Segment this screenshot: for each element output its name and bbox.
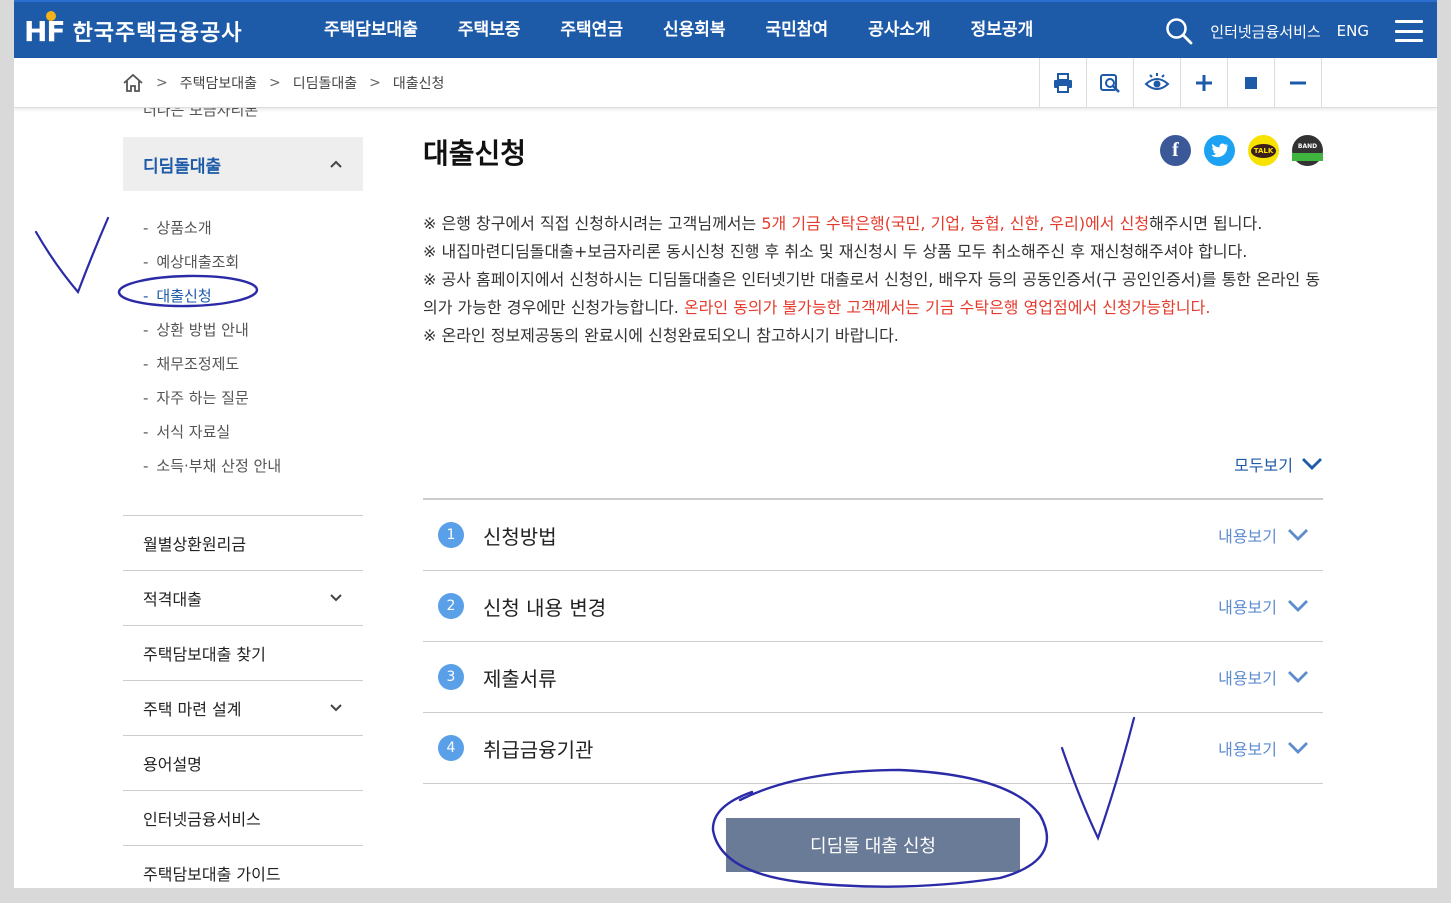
menu-item-disclosure[interactable]: 정보공개 bbox=[951, 2, 1054, 60]
logo-mark: HF bbox=[24, 10, 66, 48]
sidebar-item-home-plan[interactable]: 주택 마련 설계 bbox=[123, 680, 363, 735]
internet-service-link[interactable]: 인터넷금융서비스 bbox=[1210, 21, 1320, 42]
accordion-item[interactable]: 2 신청 내용 변경 내용보기 bbox=[423, 571, 1323, 642]
chevron-up-icon bbox=[330, 160, 342, 168]
menu-item-mortgage[interactable]: 주택담보대출 bbox=[304, 2, 438, 60]
notice-paragraph: ※ 내집마련디딤돌대출+보금자리론 동시신청 진행 후 취소 및 재신청시 두 … bbox=[423, 242, 1248, 261]
main-menu: 주택담보대출 주택보증 주택연금 신용회복 국민참여 공사소개 정보공개 bbox=[304, 2, 1053, 60]
sidebar-item-faded[interactable]: 더나은 보금자리론 bbox=[123, 108, 363, 136]
accordion-title: 취급금융기관 bbox=[483, 737, 594, 762]
chevron-down-icon bbox=[1288, 600, 1308, 612]
submenu-item-repayment[interactable]: - 상환 방법 안내 bbox=[143, 313, 363, 347]
zoom-out-icon[interactable] bbox=[1275, 58, 1322, 108]
chevron-down-icon bbox=[1302, 458, 1322, 470]
breadcrumb-item[interactable]: 주택담보대출 bbox=[180, 73, 257, 93]
logo-name: 한국주택금융공사 bbox=[72, 21, 243, 46]
submenu-item-faq[interactable]: - 자주 하는 질문 bbox=[143, 381, 363, 415]
accordion-item[interactable]: 4 취급금융기관 내용보기 bbox=[423, 713, 1323, 784]
notice-paragraph: ※ 공사 홈페이지에서 신청하시는 디딤돌대출은 인터넷기반 대출로서 신청인,… bbox=[423, 270, 1321, 317]
sidebar-submenu: - 상품소개 - 예상대출조회 - 대출신청 - 상환 방법 안내 - 채무조정제도 -자… bbox=[123, 191, 363, 501]
facebook-icon[interactable]: f bbox=[1160, 135, 1191, 166]
page-tools bbox=[1039, 58, 1322, 108]
sidebar-item-find-loan[interactable]: 주택담보대출 찾기 bbox=[123, 625, 363, 680]
accordion-toggle[interactable]: 내용보기 bbox=[1218, 594, 1309, 618]
sidebar-section-didimdol[interactable]: 디딤돌대출 bbox=[123, 137, 363, 191]
sidebar-item-glossary[interactable]: 용어설명 bbox=[123, 735, 363, 790]
breadcrumb-current: 대출신청 bbox=[392, 76, 445, 92]
top-navigation: HF 한국주택금융공사 주택담보대출 주택보증 주택연금 신용회복 국민참여 공… bbox=[14, 0, 1437, 58]
chevron-down-icon bbox=[1288, 742, 1308, 754]
accordion: 1 신청방법 내용보기 2 신청 내용 변경 내용보기 3 제출서류 내용보기 4 취급… bbox=[423, 498, 1323, 784]
accordion-toggle[interactable]: 내용보기 bbox=[1218, 523, 1309, 547]
chevron-down-icon bbox=[1288, 529, 1308, 541]
step-number-badge: 2 bbox=[438, 593, 464, 619]
zoom-reset-icon[interactable] bbox=[1228, 58, 1275, 108]
sidebar-item-internet-service[interactable]: 인터넷금융서비스 bbox=[123, 790, 363, 845]
accordion-item[interactable]: 3 제출서류 내용보기 bbox=[423, 642, 1323, 713]
menu-item-guarantee[interactable]: 주택보증 bbox=[438, 2, 541, 60]
chevron-down-icon bbox=[330, 704, 342, 712]
chevron-right-icon: > bbox=[269, 75, 281, 91]
url-copy-icon[interactable] bbox=[1087, 58, 1134, 108]
browser-frame: HF 한국주택금융공사 주택담보대출 주택보증 주택연금 신용회복 국민참여 공… bbox=[14, 0, 1437, 888]
sidebar-item-monthly-repayment[interactable]: 월별상환원리금 bbox=[123, 515, 363, 570]
sidebar-items: 월별상환원리금 적격대출 주택담보대출 찾기 주택 마련 설계 용어설명 인터넷… bbox=[123, 515, 363, 888]
submenu-item-product[interactable]: - 상품소개 bbox=[143, 211, 363, 245]
kakaotalk-icon[interactable]: TALK bbox=[1248, 135, 1279, 166]
step-number-badge: 1 bbox=[438, 522, 464, 548]
twitter-icon[interactable] bbox=[1204, 135, 1235, 166]
submenu-item-forms[interactable]: - 서식 자료실 bbox=[143, 415, 363, 449]
chevron-right-icon: > bbox=[156, 75, 168, 91]
sidebar: 더나은 보금자리론 디딤돌대출 - 상품소개 - 예상대출조회 - 대출신청 - 상환 … bbox=[123, 108, 363, 888]
site-logo[interactable]: HF 한국주택금융공사 bbox=[24, 10, 243, 48]
breadcrumb: > 주택담보대출 > 디딤돌대출 > 대출신청 bbox=[122, 58, 444, 108]
notice-paragraph: ※ 은행 창구에서 직접 신청하시려는 고객님께서는 5개 기금 수탁은행(국민… bbox=[423, 214, 1263, 233]
accordion-title: 신청방법 bbox=[483, 524, 557, 549]
zoom-in-icon[interactable] bbox=[1181, 58, 1228, 108]
sidebar-item-loan-guide[interactable]: 주택담보대출 가이드 bbox=[123, 845, 363, 888]
header-utilities: 인터넷금융서비스 ENG bbox=[1164, 2, 1437, 60]
print-icon[interactable] bbox=[1040, 58, 1087, 108]
apply-loan-button[interactable]: 디딤돌 대출 신청 bbox=[726, 818, 1020, 872]
notice-paragraph: ※ 온라인 정보제공동의 완료시에 신청완료되오니 참고하시기 바랍니다. bbox=[423, 326, 899, 345]
accordion-toggle[interactable]: 내용보기 bbox=[1218, 736, 1309, 760]
accordion-item[interactable]: 1 신청방법 내용보기 bbox=[423, 500, 1323, 571]
accordion-title: 신청 내용 변경 bbox=[483, 595, 607, 620]
breadcrumb-item[interactable]: 디딤돌대출 bbox=[293, 73, 357, 93]
sidebar-item-qualified-loan[interactable]: 적격대출 bbox=[123, 570, 363, 625]
search-icon[interactable] bbox=[1164, 16, 1194, 46]
sidebar-section-label: 디딤돌대출 bbox=[143, 156, 222, 177]
breadcrumb-bar: > 주택담보대출 > 디딤돌대출 > 대출신청 bbox=[14, 58, 1437, 108]
social-share: f TALK BAND bbox=[1160, 135, 1323, 166]
menu-hamburger-icon[interactable] bbox=[1395, 20, 1423, 42]
step-number-badge: 4 bbox=[438, 735, 464, 761]
menu-item-credit-recovery[interactable]: 신용회복 bbox=[643, 2, 746, 60]
menu-item-participation[interactable]: 국민참여 bbox=[746, 2, 849, 60]
chevron-down-icon bbox=[1288, 671, 1308, 683]
submenu-item-debt-adjust[interactable]: - 채무조정제도 bbox=[143, 347, 363, 381]
view-mode-icon[interactable] bbox=[1134, 58, 1181, 108]
accordion-toggle[interactable]: 내용보기 bbox=[1218, 665, 1309, 689]
notice-text: ※ 은행 창구에서 직접 신청하시려는 고객님께서는 5개 기금 수탁은행(국민… bbox=[423, 210, 1323, 350]
step-number-badge: 3 bbox=[438, 664, 464, 690]
accordion-title: 제출서류 bbox=[483, 666, 557, 691]
submenu-item-income-guide[interactable]: - 소득·부채 산정 안내 bbox=[143, 449, 363, 483]
chevron-right-icon: > bbox=[369, 75, 381, 91]
home-icon[interactable] bbox=[122, 72, 144, 94]
menu-item-about[interactable]: 공사소개 bbox=[848, 2, 951, 60]
submenu-item-estimate[interactable]: - 예상대출조회 bbox=[143, 245, 363, 279]
language-link[interactable]: ENG bbox=[1337, 22, 1369, 40]
menu-item-pension[interactable]: 주택연금 bbox=[540, 2, 643, 60]
chevron-down-icon bbox=[330, 594, 342, 602]
band-icon[interactable]: BAND bbox=[1292, 135, 1323, 166]
view-all-button[interactable]: 모두보기 bbox=[1234, 452, 1323, 476]
page-title: 대출신청 bbox=[423, 137, 527, 170]
submenu-item-apply[interactable]: - 대출신청 bbox=[143, 279, 363, 313]
